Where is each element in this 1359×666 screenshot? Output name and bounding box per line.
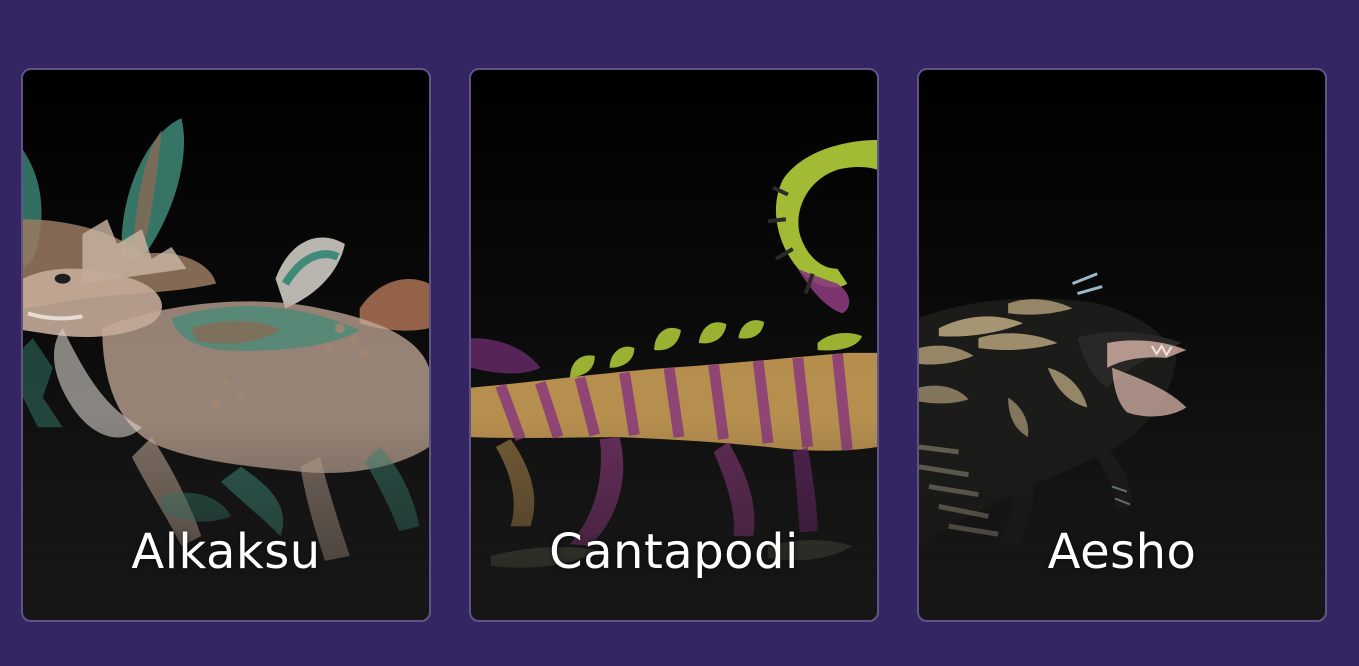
creature-card-alkaksu[interactable]: Alkaksu bbox=[21, 68, 431, 622]
creature-name-label: Alkaksu bbox=[131, 524, 321, 580]
creature-card-cantapodi[interactable]: Cantapodi bbox=[469, 68, 879, 622]
creature-name-label: Aesho bbox=[1047, 524, 1197, 580]
card-bottom-shade bbox=[23, 420, 429, 620]
card-bottom-shade bbox=[471, 420, 877, 620]
creature-card-aesho[interactable]: Aesho bbox=[917, 68, 1327, 622]
creature-name-label: Cantapodi bbox=[549, 524, 799, 580]
card-bottom-shade bbox=[919, 420, 1325, 620]
